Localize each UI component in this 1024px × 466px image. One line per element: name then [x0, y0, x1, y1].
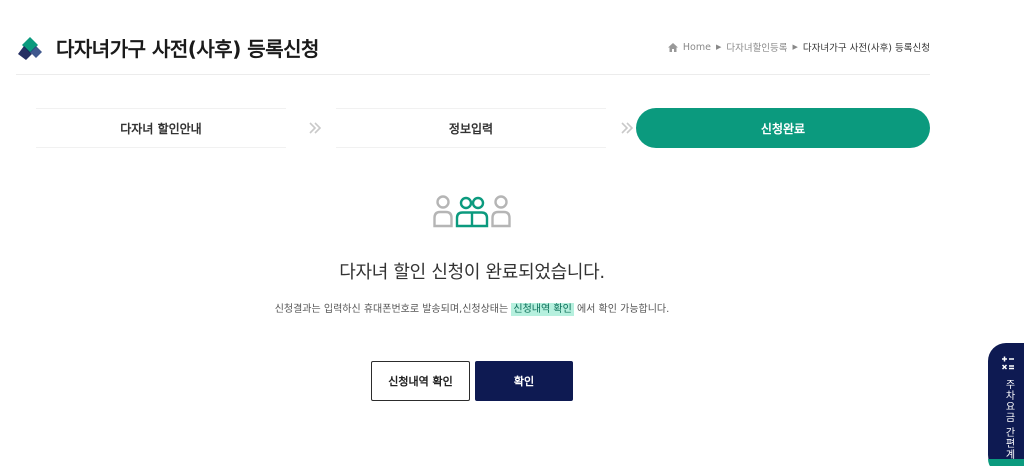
brand-logo — [18, 37, 42, 60]
step-discount-guide: 다자녀 할인안내 — [26, 108, 296, 148]
breadcrumb: Home ▶ 다자녀할인등록 ▶ 다자녀가구 사전(사후) 등록신청 — [667, 40, 930, 54]
parking-fee-calculator-widget[interactable]: 주차요금 간편계산 — [988, 343, 1024, 466]
double-chevron-right-icon — [621, 122, 634, 134]
info-text-before: 신청결과는 입력하신 휴대폰번호로 발송되며,신청상태는 — [274, 304, 512, 315]
info-text-highlight: 신청내역 확인 — [511, 303, 574, 316]
breadcrumb-current: 다자녀가구 사전(사후) 등록신청 — [802, 43, 930, 54]
home-icon — [667, 42, 678, 52]
completion-message: 다자녀 할인 신청이 완료되었습니다. — [339, 262, 605, 283]
breadcrumb-separator-icon: ▶ — [792, 43, 798, 51]
confirm-button[interactable]: 확인 — [475, 361, 573, 401]
page-header: 다자녀가구 사전(사후) 등록신청 Home ▶ 다자녀할인등록 ▶ 다자녀가구… — [16, 30, 930, 74]
step-info-input: 정보입력 — [326, 108, 616, 148]
step-complete-active: 신청완료 — [636, 108, 930, 148]
parking-fee-calculator-label: 주차요금 간편계산 — [1003, 379, 1014, 466]
calculator-icon — [1001, 356, 1014, 370]
breadcrumb-parent[interactable]: 다자녀할인등록 — [726, 40, 787, 54]
breadcrumb-home[interactable]: Home — [683, 42, 711, 53]
header-divider — [16, 74, 930, 75]
family-people-icon — [433, 195, 511, 228]
view-application-history-button[interactable]: 신청내역 확인 — [371, 361, 470, 401]
widget-accent-bar — [988, 459, 1024, 466]
breadcrumb-separator-icon: ▶ — [715, 43, 722, 51]
page-title: 다자녀가구 사전(사후) 등록신청 — [56, 37, 319, 61]
double-chevron-right-icon — [309, 122, 322, 134]
result-info-text: 신청결과는 입력하신 휴대폰번호로 발송되며,신청상태는 신청내역 확인 에서 … — [0, 300, 944, 316]
info-text-after: 에서 확인 가능합니다. — [573, 304, 670, 315]
step-indicator: 다자녀 할인안내 정보입력 신청완료 — [26, 108, 930, 148]
